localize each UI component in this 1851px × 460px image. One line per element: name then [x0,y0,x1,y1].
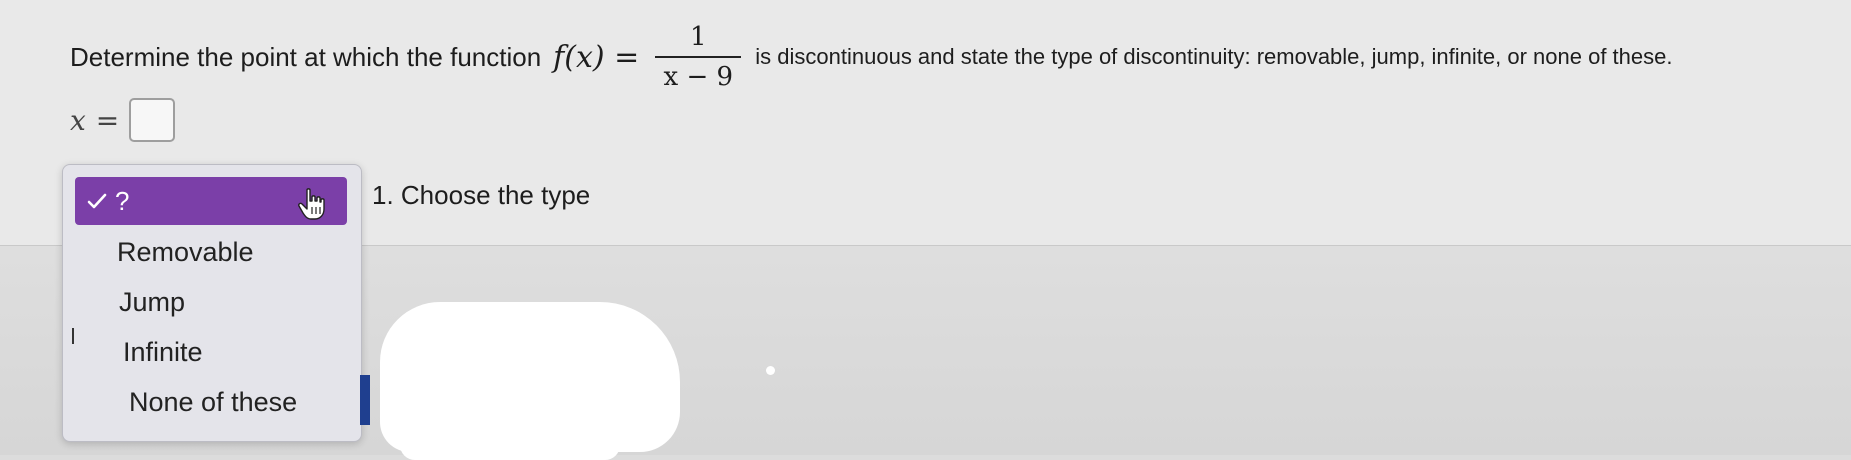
fraction-numerator: 1 [690,22,707,52]
type-dropdown-menu[interactable]: ? Removable Jump Infinite None of these [62,164,362,442]
checkmark-icon [87,193,107,209]
redaction-mark-lower [400,430,620,460]
fraction-denominator: x − 9 [663,62,734,92]
decorative-dot [766,366,775,375]
fraction: 1 x − 9 [655,22,742,92]
question-trail: is discontinuous and state the type of d… [755,44,1673,69]
dropdown-option-infinite[interactable]: Infinite [123,337,203,368]
divider-tick [72,328,74,344]
partially-hidden-element [360,375,370,425]
dropdown-option-removable[interactable]: Removable [117,237,254,268]
dropdown-option-jump[interactable]: Jump [119,287,185,318]
question-text: Determine the point at which the functio… [70,22,1672,92]
answer-equals: = [95,103,120,137]
answer-row: x = [70,98,176,142]
answer-variable: x [70,103,86,137]
dropdown-selected-label: ? [115,185,130,216]
dropdown-selected-option[interactable]: ? [75,177,347,225]
question-lead: Determine the point at which the functio… [70,42,542,72]
answer-input[interactable] [129,98,176,142]
hand-cursor-icon [298,188,325,220]
function-label: f(x) = [553,39,640,75]
dropdown-option-none[interactable]: None of these [129,387,297,418]
step-prompt: 1. Choose the type [372,180,591,210]
